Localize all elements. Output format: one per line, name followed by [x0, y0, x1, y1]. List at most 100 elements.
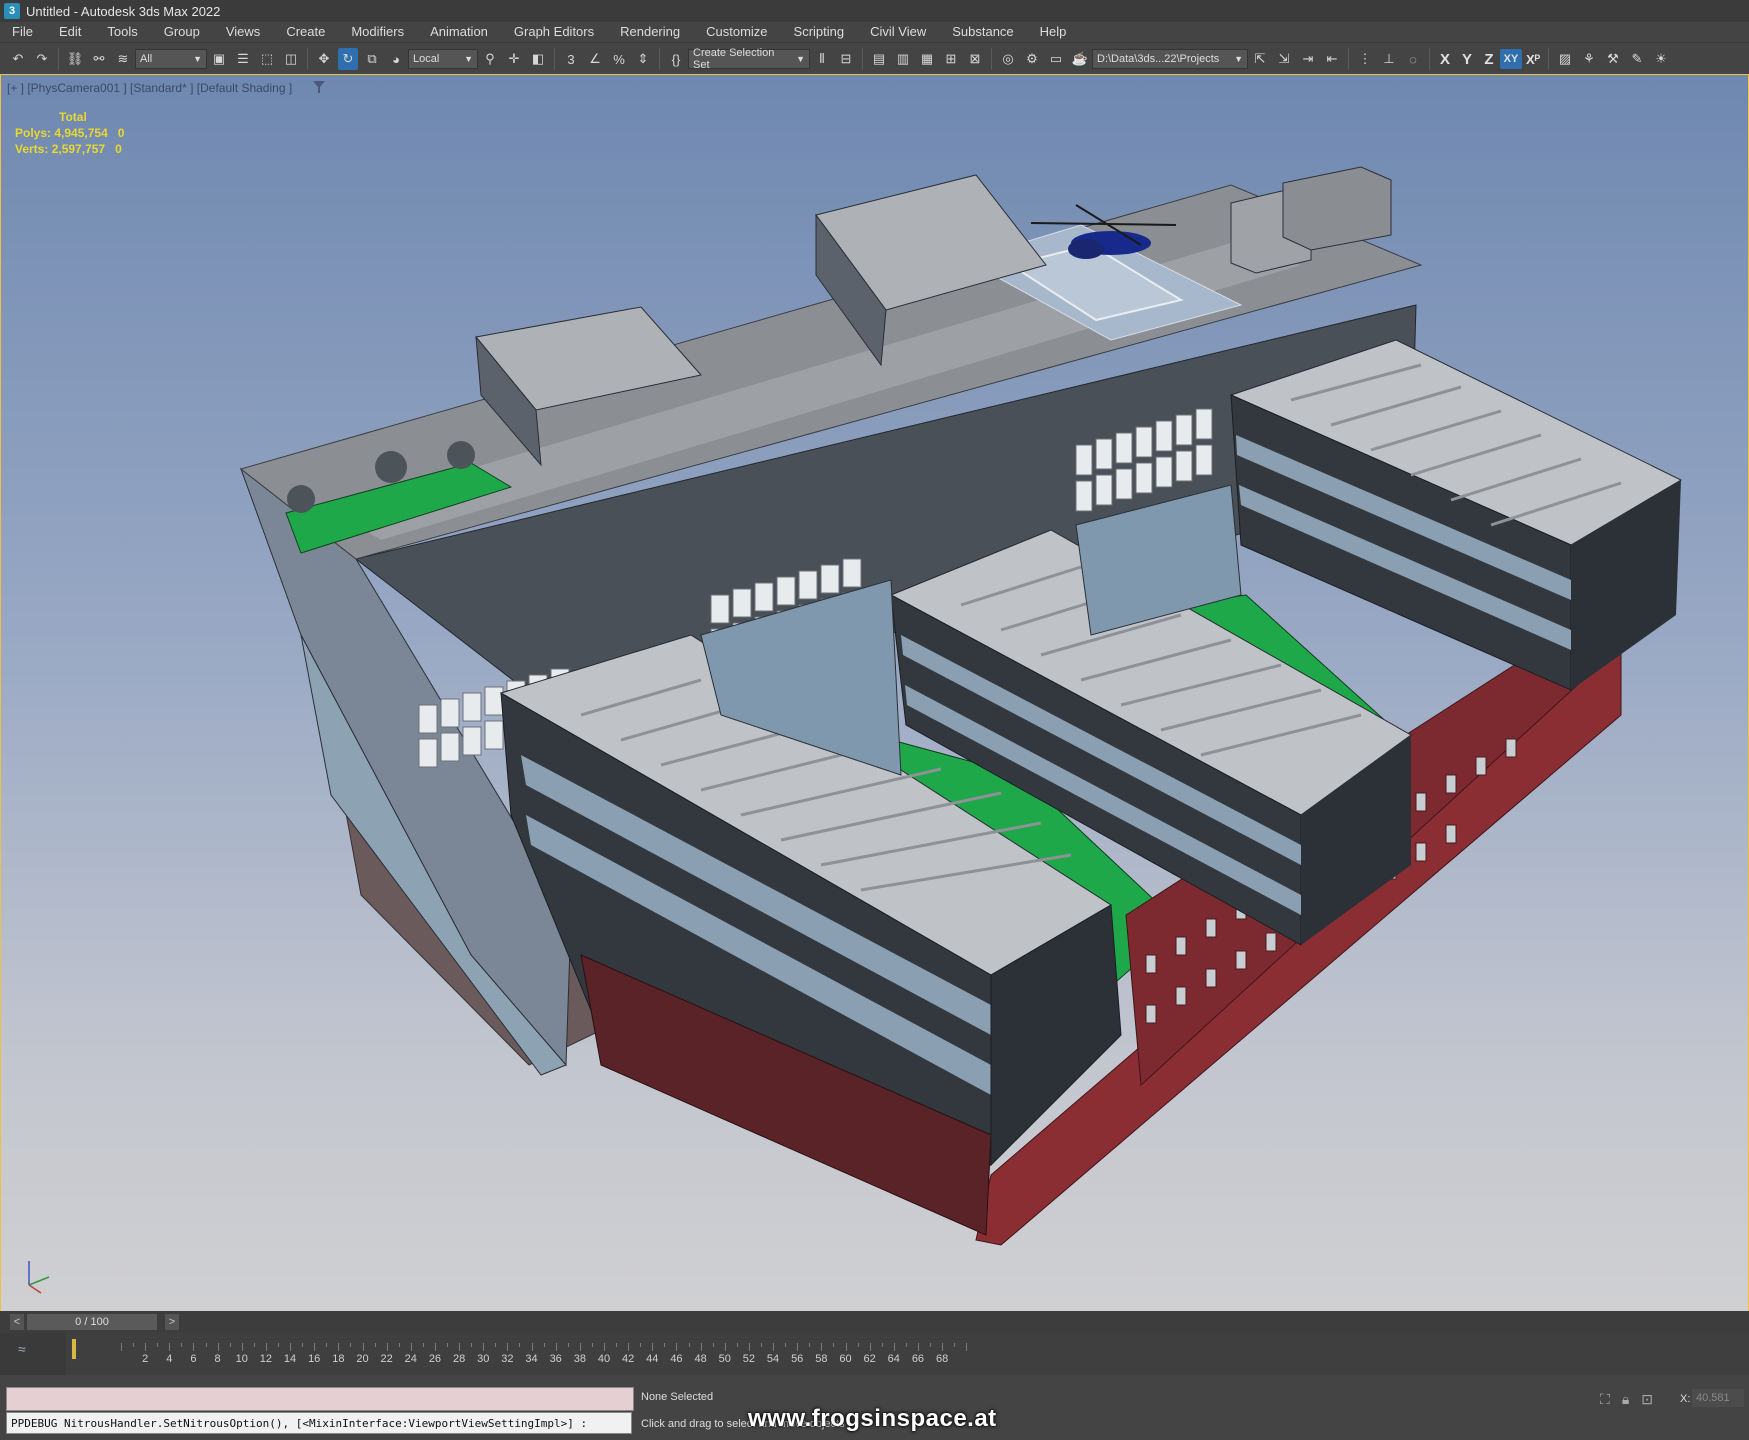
- keyboard-shortcut-toggle-icon[interactable]: ◧: [528, 48, 548, 70]
- axis-constraint-xy[interactable]: XY: [1500, 49, 1522, 69]
- curve-editor-icon[interactable]: ⊞: [941, 48, 961, 70]
- import-icon[interactable]: ⇥: [1298, 48, 1318, 70]
- menu-modifiers[interactable]: Modifiers: [338, 22, 417, 42]
- paint-brush-icon[interactable]: ⚘: [1579, 48, 1599, 70]
- frame-tick-label: 36: [549, 1353, 562, 1365]
- selection-region-icon[interactable]: ◌: [1403, 48, 1423, 70]
- frame-tick-label: 10: [235, 1353, 248, 1365]
- pivot-center-icon[interactable]: ⚲: [480, 48, 500, 70]
- frame-ruler[interactable]: 2 4 6 8 10 12 14 16 18 20 22 24 26 28 30 32 34 36 38 40 42 44…: [66, 1333, 1749, 1375]
- undo-icon[interactable]: ↶: [8, 48, 28, 70]
- track-bar[interactable]: ≈ 2 4 6 8 10 12 14 16 18 20 22 24 26 28 30 32 34 36 38 40 42…: [0, 1333, 1749, 1375]
- frame-tick-label: 56: [791, 1353, 804, 1365]
- axis-constraint-x[interactable]: X: [1434, 51, 1456, 68]
- frame-tick: [205, 1343, 207, 1347]
- select-object-icon[interactable]: ▣: [209, 48, 229, 70]
- absolute-mode-icon[interactable]: ⊡: [1641, 1391, 1653, 1408]
- menu-help[interactable]: Help: [1027, 22, 1080, 42]
- frame-tick: [398, 1343, 400, 1347]
- frame-tick: [821, 1343, 823, 1351]
- save-file-icon[interactable]: ⇲: [1274, 48, 1294, 70]
- coord-x-field[interactable]: 40.581: [1692, 1389, 1744, 1407]
- select-manipulate-icon[interactable]: ✛: [504, 48, 524, 70]
- menu-file[interactable]: File: [0, 22, 46, 42]
- time-next-button[interactable]: >: [165, 1314, 179, 1330]
- maxscript-listener-output[interactable]: PPDEBUG NitrousHandler.SetNitrousOption(…: [6, 1412, 632, 1434]
- edit-named-selection-icon[interactable]: {}: [666, 48, 686, 70]
- axis-constraint-z[interactable]: Z: [1478, 51, 1500, 68]
- menu-animation[interactable]: Animation: [417, 22, 501, 42]
- link-icon[interactable]: ⛓: [65, 48, 85, 70]
- unlink-icon[interactable]: ⚯: [89, 48, 109, 70]
- frame-tick: [591, 1343, 593, 1347]
- menu-rendering[interactable]: Rendering: [607, 22, 693, 42]
- app-icon[interactable]: 3: [4, 3, 20, 19]
- menu-civil-view[interactable]: Civil View: [857, 22, 939, 42]
- render-setup-icon[interactable]: ⚙: [1022, 48, 1042, 70]
- hammer-icon[interactable]: ⚒: [1603, 48, 1623, 70]
- frame-tick-label: 60: [839, 1353, 852, 1365]
- render-production-icon[interactable]: ☕: [1070, 48, 1090, 70]
- menu-tools[interactable]: Tools: [94, 22, 150, 42]
- time-prev-button[interactable]: <: [10, 1314, 24, 1330]
- menu-scripting[interactable]: Scripting: [781, 22, 858, 42]
- window-crossing-icon[interactable]: ◫: [281, 48, 301, 70]
- frame-tick-label: 16: [308, 1353, 321, 1365]
- project-folder-dropdown[interactable]: D:\Data\3ds...22\Projects ▼: [1092, 49, 1248, 69]
- project-folder-value: D:\Data\3ds...22\Projects: [1097, 53, 1220, 65]
- watermark: www.frogsinspace.at: [748, 1405, 997, 1432]
- open-file-icon[interactable]: ⇱: [1250, 48, 1270, 70]
- time-slider[interactable]: < 0 / 100 >: [0, 1311, 1749, 1333]
- rectangular-selection-icon[interactable]: ⬚: [257, 48, 277, 70]
- menu-group[interactable]: Group: [151, 22, 213, 42]
- building-model[interactable]: [1, 75, 1748, 1311]
- axis-constraint-lock[interactable]: Xᴾ: [1522, 52, 1544, 67]
- brush-icon[interactable]: ✎: [1627, 48, 1647, 70]
- rendered-frame-window-icon[interactable]: ▭: [1046, 48, 1066, 70]
- bind-space-warp-icon[interactable]: ≋: [113, 48, 133, 70]
- title-bar: 3 Untitled - Autodesk 3ds Max 2022: [0, 0, 1749, 22]
- menu-edit[interactable]: Edit: [46, 22, 94, 42]
- angle-snap-icon[interactable]: ∠: [585, 48, 605, 70]
- reference-coordinate-dropdown[interactable]: Local ▼: [408, 49, 478, 69]
- layer-explorer-icon[interactable]: ▥: [893, 48, 913, 70]
- snaps-toggle-icon[interactable]: 3: [561, 48, 581, 70]
- grid-snap-icon[interactable]: ⋮: [1355, 48, 1375, 70]
- material-editor-icon[interactable]: ◎: [998, 48, 1018, 70]
- menu-substance[interactable]: Substance: [939, 22, 1026, 42]
- percent-snap-icon[interactable]: %: [609, 48, 629, 70]
- menu-create[interactable]: Create: [273, 22, 338, 42]
- spinner-snap-icon[interactable]: ⇕: [633, 48, 653, 70]
- menu-views[interactable]: Views: [213, 22, 273, 42]
- selection-lock-icon[interactable]: 🔒︎: [1622, 1391, 1629, 1408]
- frame-tick: [133, 1343, 135, 1347]
- select-scale-icon[interactable]: ⧉: [362, 48, 382, 70]
- viewport-label[interactable]: [+ ] [PhysCamera001 ] [Standard* ] [Defa…: [7, 81, 292, 95]
- viewport-layout-icon[interactable]: ▨: [1555, 48, 1575, 70]
- toggle-ribbon-icon[interactable]: ▦: [917, 48, 937, 70]
- ruler-icon[interactable]: ⊥: [1379, 48, 1399, 70]
- current-frame-marker[interactable]: [72, 1339, 76, 1359]
- filter-icon[interactable]: [313, 81, 325, 93]
- select-by-name-icon[interactable]: ☰: [233, 48, 253, 70]
- menu-customize[interactable]: Customize: [693, 22, 780, 42]
- align-icon[interactable]: ⊟: [836, 48, 856, 70]
- redo-icon[interactable]: ↷: [32, 48, 52, 70]
- export-icon[interactable]: ⇤: [1322, 48, 1342, 70]
- axis-constraint-y[interactable]: Y: [1456, 51, 1478, 68]
- perspective-viewport[interactable]: [+ ] [PhysCamera001 ] [Standard* ] [Defa…: [0, 74, 1749, 1312]
- lighting-icon[interactable]: ☀: [1651, 48, 1671, 70]
- maxscript-listener-input[interactable]: [6, 1387, 634, 1411]
- select-place-icon[interactable]: ◕: [386, 48, 406, 70]
- mini-curve-editor-icon[interactable]: ≈: [18, 1341, 26, 1357]
- named-selection-set-dropdown[interactable]: Create Selection Set ▼: [688, 47, 810, 71]
- scene-explorer-icon[interactable]: ▤: [869, 48, 889, 70]
- time-slider-thumb[interactable]: 0 / 100: [27, 1314, 157, 1330]
- menu-graph-editors[interactable]: Graph Editors: [501, 22, 607, 42]
- select-rotate-icon[interactable]: ↻: [338, 48, 358, 70]
- selection-filter-dropdown[interactable]: All ▼: [135, 49, 207, 69]
- select-move-icon[interactable]: ✥: [314, 48, 334, 70]
- schematic-view-icon[interactable]: ⊠: [965, 48, 985, 70]
- mirror-icon[interactable]: ⫴: [812, 48, 832, 70]
- isolate-selection-icon[interactable]: ⛶: [1600, 1391, 1610, 1408]
